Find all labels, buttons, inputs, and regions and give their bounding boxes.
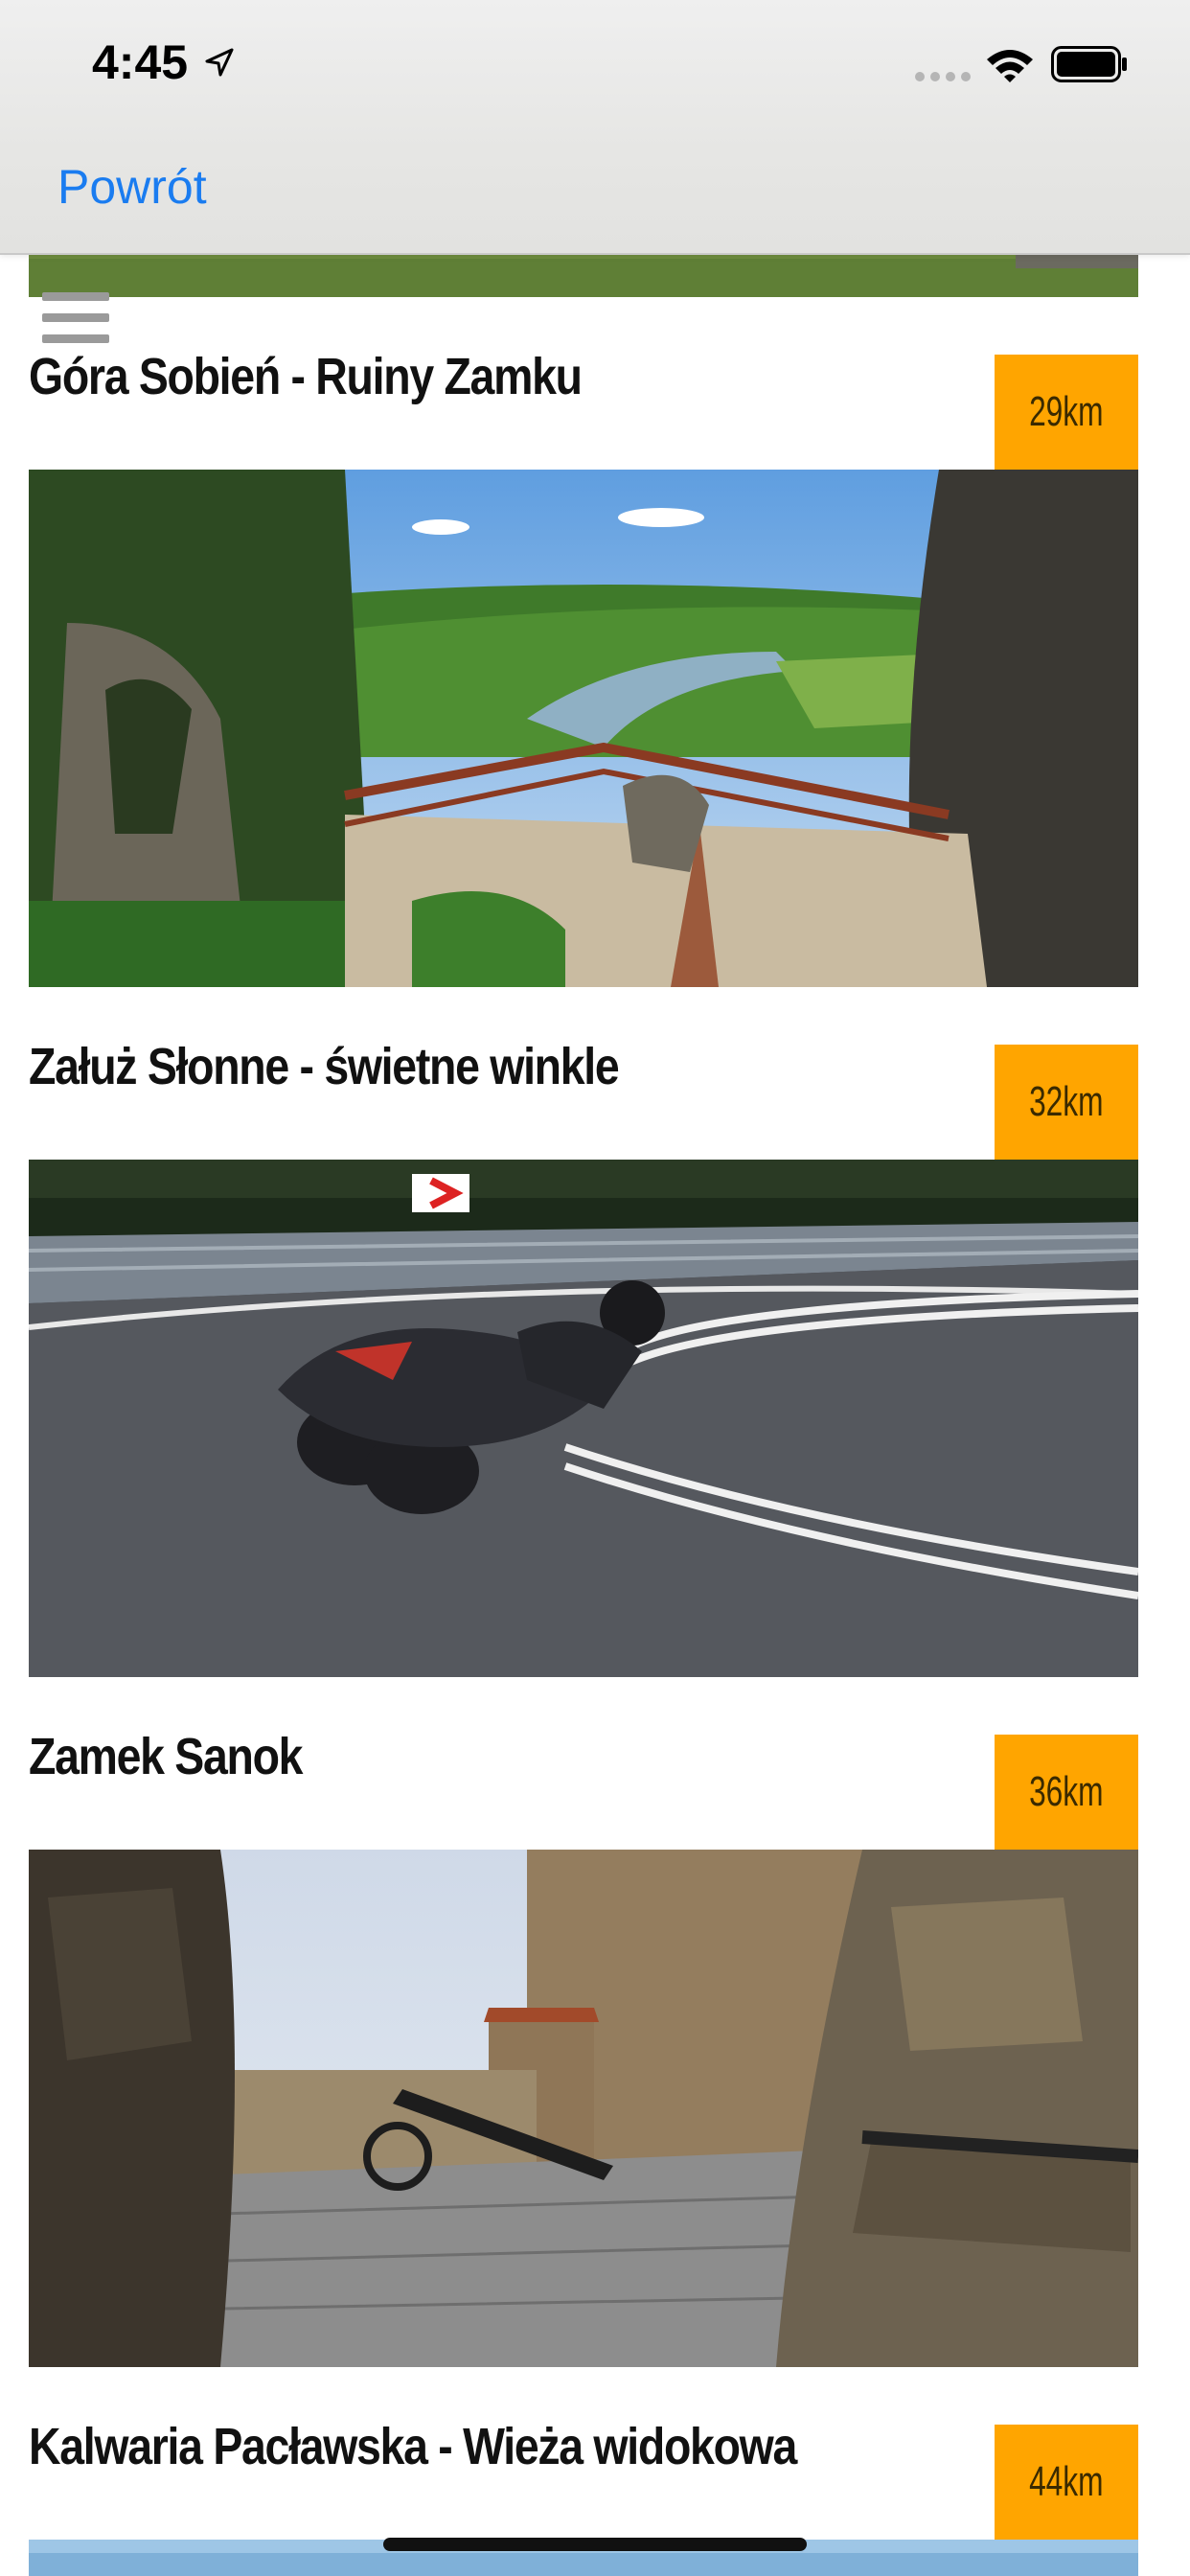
place-title[interactable]: Załuż Słonne - świetne winkle [29,1037,620,1114]
place-title[interactable]: Zamek Sanok [29,1727,304,1804]
distance-badge: 36km [995,1735,1138,1850]
places-list: Góra Sobień - Ruiny Zamku 29km Załuż Sło… [0,0,1190,2576]
battery-icon [1051,46,1127,82]
navigation-bar: 4:45 Powrót [0,0,1190,255]
back-button[interactable]: Powrót [57,159,207,215]
distance-badge: 29km [995,355,1138,470]
distance-badge: 44km [995,2425,1138,2540]
home-indicator[interactable] [383,2538,807,2551]
status-time: 4:45 [92,35,189,89]
location-arrow-icon [205,48,234,77]
place-title[interactable]: Góra Sobień - Ruiny Zamku [29,347,583,424]
menu-icon[interactable] [42,292,109,345]
place-title[interactable]: Kalwaria Pacławska - Wieża widokowa [29,2417,797,2494]
wifi-icon [987,50,1033,82]
place-image[interactable] [29,470,1138,987]
signal-icon [915,72,971,81]
place-image[interactable] [29,1160,1138,1677]
place-image[interactable] [29,1850,1138,2367]
distance-badge: 32km [995,1045,1138,1160]
